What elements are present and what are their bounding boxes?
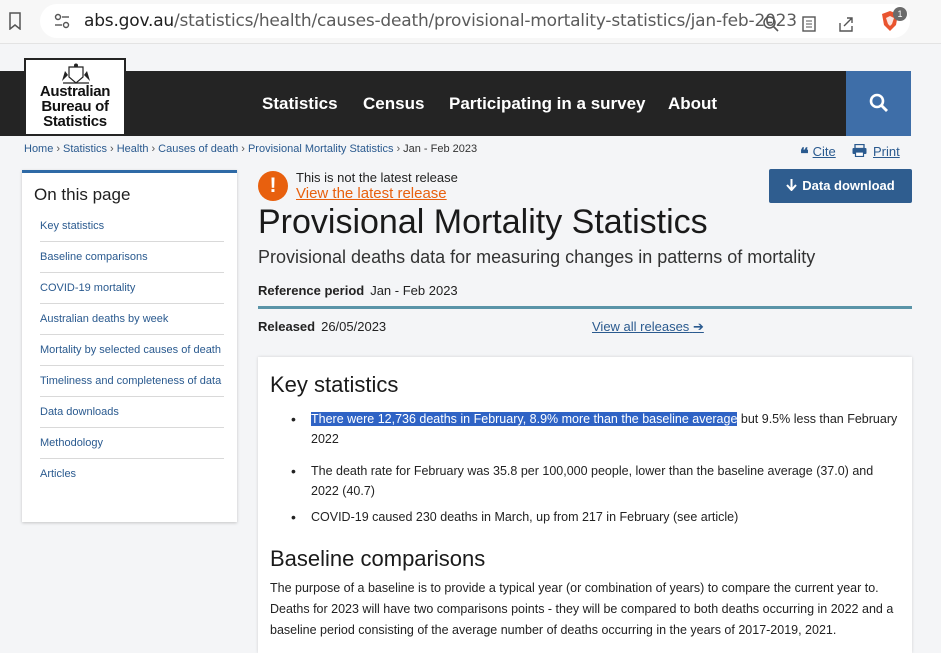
- key-stat-item: The death rate for February was 35.8 per…: [291, 461, 899, 501]
- logo-line: Statistics: [43, 113, 107, 130]
- breadcrumb-separator: ›: [56, 143, 61, 155]
- toc-item-data-downloads[interactable]: Data downloads: [40, 397, 224, 428]
- toc-item-deaths-by-week[interactable]: Australian deaths by week: [40, 304, 224, 335]
- search-button[interactable]: [846, 71, 911, 136]
- breadcrumb-current: Jan - Feb 2023: [403, 143, 478, 155]
- baseline-paragraph: The purpose of a baseline is to provide …: [270, 581, 894, 637]
- url-path: /statistics/health/causes-death/provisio…: [174, 11, 797, 31]
- nav-participating-survey[interactable]: Participating in a survey: [449, 94, 646, 114]
- divider: [258, 306, 912, 309]
- browser-toolbar: abs.gov.au/statistics/health/causes-deat…: [0, 0, 941, 44]
- toc-item-articles[interactable]: Articles: [40, 459, 224, 489]
- toc-item-mortality-by-cause[interactable]: Mortality by selected causes of death: [40, 335, 224, 366]
- breadcrumb-causes-of-death[interactable]: Causes of death: [158, 143, 238, 155]
- print-label: Print: [873, 144, 900, 159]
- release-date: Released 26/05/2023: [258, 319, 386, 334]
- alert-text: This is not the latest release: [296, 170, 458, 185]
- key-statistics-list: There were 12,736 deaths in February, 8.…: [291, 409, 899, 527]
- view-all-label: View all releases: [592, 319, 690, 334]
- toc-item-key-statistics[interactable]: Key statistics: [40, 211, 224, 242]
- print-link[interactable]: Print: [852, 143, 900, 159]
- url-domain: abs.gov.au: [84, 11, 174, 31]
- released-value: 26/05/2023: [321, 319, 387, 334]
- data-download-button[interactable]: Data download: [769, 169, 912, 203]
- reference-period-label: Reference period: [258, 283, 365, 298]
- view-all-releases-link[interactable]: View all releases ➔: [592, 319, 704, 335]
- bookmark-icon[interactable]: [8, 12, 22, 30]
- page-subtitle: Provisional deaths data for measuring ch…: [258, 247, 816, 267]
- nav-about[interactable]: About: [668, 94, 717, 114]
- coat-of-arms-icon: [62, 63, 90, 84]
- warning-icon: !: [258, 171, 288, 201]
- logo-line: Australian: [39, 83, 111, 100]
- toc-list: Key statistics Baseline comparisons COVI…: [40, 211, 224, 489]
- address-bar[interactable]: abs.gov.au/statistics/health/causes-deat…: [40, 4, 910, 38]
- logo-line: Bureau of: [41, 98, 109, 115]
- page-title: Provisional Mortality Statistics: [258, 203, 708, 241]
- selected-text[interactable]: There were 12,736 deaths in February, 8.…: [311, 412, 738, 426]
- quote-icon: ❝: [800, 144, 809, 163]
- reference-period-value: Jan - Feb 2023: [370, 283, 458, 298]
- reader-mode-icon[interactable]: [800, 15, 818, 33]
- site-settings-icon[interactable]: [54, 13, 70, 29]
- abs-logo[interactable]: Australian Bureau of Statistics: [24, 58, 126, 136]
- toc-item-timeliness[interactable]: Timeliness and completeness of data: [40, 366, 224, 397]
- printer-icon: [852, 143, 867, 158]
- url-text[interactable]: abs.gov.au/statistics/health/causes-deat…: [84, 11, 797, 31]
- breadcrumb-health[interactable]: Health: [117, 143, 149, 155]
- download-arrow-icon: [786, 179, 798, 192]
- view-latest-release-link[interactable]: View the latest release: [296, 185, 447, 202]
- breadcrumb-home[interactable]: Home: [24, 143, 53, 155]
- breadcrumb-statistics[interactable]: Statistics: [63, 143, 107, 155]
- reference-period: Reference period Jan - Feb 2023: [258, 283, 458, 298]
- site-header: Australian Bureau of Statistics Statisti…: [0, 44, 941, 136]
- content-card: Key statistics There were 12,736 deaths …: [258, 357, 912, 653]
- arrow-right-icon: ➔: [692, 319, 704, 334]
- sidebar-title: On this page: [34, 185, 131, 204]
- search-icon: [869, 93, 888, 112]
- toc-item-baseline-comparisons[interactable]: Baseline comparisons: [40, 242, 224, 273]
- released-label: Released: [258, 319, 316, 334]
- brave-badge-count: 1: [893, 7, 907, 21]
- breadcrumb-separator: ›: [110, 143, 114, 155]
- key-stat-item: COVID-19 caused 230 deaths in March, up …: [291, 507, 899, 527]
- toc-item-covid-mortality[interactable]: COVID-19 mortality: [40, 273, 224, 304]
- logo-text: Australian Bureau of Statistics: [26, 84, 124, 129]
- nav-statistics[interactable]: Statistics: [262, 94, 338, 114]
- on-this-page-panel: On this page Key statistics Baseline com…: [22, 170, 237, 522]
- breadcrumb-separator: ›: [151, 143, 156, 155]
- breadcrumb-separator: ›: [396, 143, 401, 155]
- baseline-comparisons-heading: Baseline comparisons: [270, 546, 486, 571]
- zoom-icon[interactable]: [762, 15, 780, 33]
- breadcrumb: Home › Statistics › Health › Causes of death › P…: [24, 143, 477, 155]
- breadcrumb-separator: ›: [241, 143, 245, 155]
- key-statistics-heading: Key statistics: [270, 372, 399, 397]
- share-icon[interactable]: [837, 15, 855, 33]
- cite-link[interactable]: ❝ Cite: [800, 144, 836, 163]
- nav-census[interactable]: Census: [363, 94, 424, 114]
- breadcrumb-provisional-mortality[interactable]: Provisional Mortality Statistics: [248, 143, 394, 155]
- data-download-label: Data download: [802, 178, 895, 193]
- toc-item-methodology[interactable]: Methodology: [40, 428, 224, 459]
- cite-label: Cite: [812, 144, 836, 159]
- key-stat-item: There were 12,736 deaths in February, 8.…: [291, 409, 899, 449]
